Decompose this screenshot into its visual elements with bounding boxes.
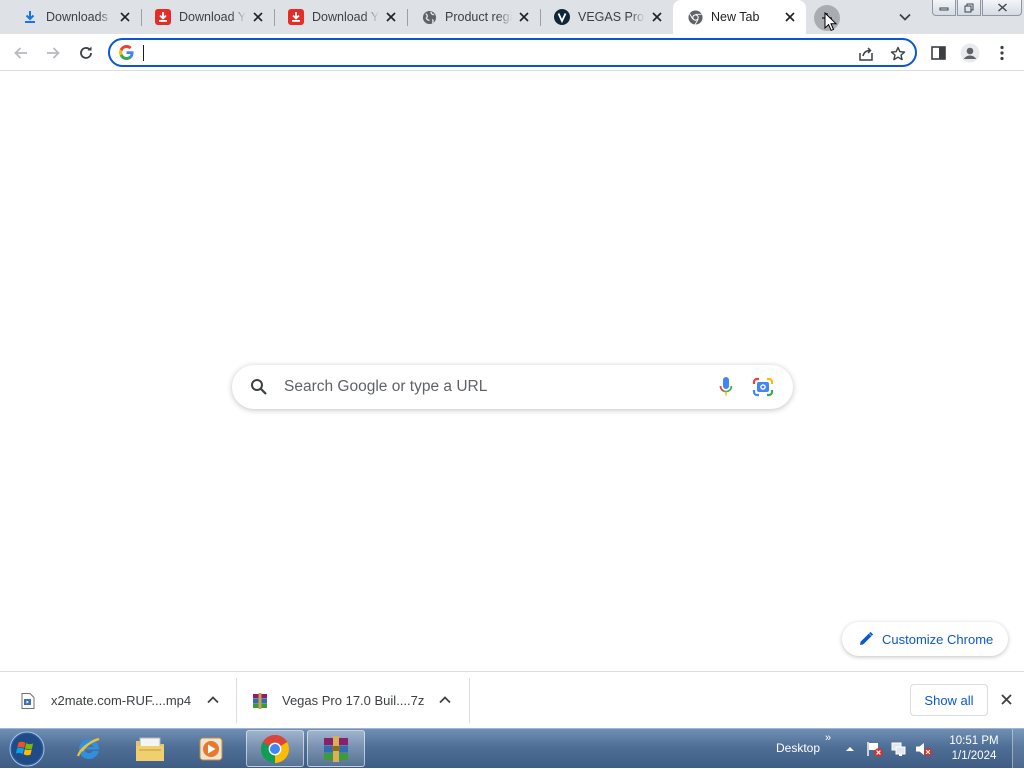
close-icon[interactable] [782, 9, 798, 25]
restore-icon [964, 3, 975, 13]
tab-search-button[interactable] [896, 8, 914, 26]
desktop-toolbar-chevron[interactable]: » [825, 732, 831, 744]
windows-logo-icon [9, 731, 45, 767]
tab-download-your-2[interactable]: Download Your [274, 0, 407, 34]
side-panel-icon [930, 46, 946, 60]
browser-toolbar [0, 34, 1024, 71]
download-filename: x2mate.com-RUF....mp4 [51, 693, 192, 708]
google-g-icon [119, 45, 134, 60]
tab-product-registration[interactable]: Product registration [407, 0, 540, 34]
tray-expand-icon[interactable] [844, 741, 860, 757]
download-icon [22, 9, 38, 25]
internet-explorer-icon [74, 734, 104, 764]
show-desktop-button[interactable] [1012, 729, 1024, 769]
tab-title: Downloads [46, 10, 108, 24]
chevron-up-icon[interactable] [205, 692, 221, 708]
tab-strip: Downloads Download Your Download Your Pr… [0, 0, 1024, 34]
forward-arrow-icon [45, 45, 61, 61]
mouse-cursor-icon [824, 12, 838, 32]
video-file-icon [21, 692, 37, 709]
globe-icon [421, 9, 437, 25]
action-center-flag-icon[interactable] [866, 741, 883, 757]
tab-vegas-pro[interactable]: VEGAS Pro 2 [540, 0, 673, 34]
taskbar-internet-explorer[interactable] [60, 730, 118, 767]
search-icon [250, 378, 268, 396]
minimize-icon [939, 5, 949, 11]
winrar-icon [252, 692, 268, 709]
close-icon [997, 3, 1008, 12]
pencil-icon [858, 631, 874, 647]
ntp-search-box[interactable]: Search Google or type a URL [232, 365, 793, 409]
taskbar-file-explorer[interactable] [121, 730, 179, 767]
profile-button[interactable] [956, 39, 984, 67]
avatar-icon [960, 43, 980, 63]
desktop-toolbar-label[interactable]: Desktop [776, 741, 820, 755]
chevron-down-icon [899, 13, 911, 21]
show-all-button[interactable]: Show all [910, 684, 988, 716]
chrome-icon [260, 734, 290, 764]
google-lens-icon[interactable] [752, 377, 774, 397]
file-explorer-icon [134, 735, 166, 763]
volume-muted-icon[interactable] [915, 741, 932, 757]
tab-title: New Tab [711, 10, 760, 24]
red-download-icon [288, 9, 304, 25]
taskbar-media-player[interactable] [182, 730, 240, 767]
close-icon[interactable] [516, 9, 532, 25]
reload-icon [78, 45, 94, 61]
clock-time: 10:51 PM [949, 735, 999, 747]
close-icon [1000, 693, 1012, 705]
close-window-button[interactable] [982, 0, 1022, 16]
tab-title: Product registration [445, 10, 512, 24]
side-panel-button[interactable] [924, 39, 952, 67]
download-filename: Vegas Pro 17.0 Buil....7z [282, 693, 425, 708]
new-tab-page: Search Google or type a URL Customize Ch… [0, 71, 1024, 671]
vegas-icon [554, 9, 570, 25]
more-vert-icon [1000, 45, 1004, 61]
window-controls [931, 0, 1022, 16]
address-bar[interactable] [108, 38, 917, 67]
download-shelf: x2mate.com-RUF....mp4 Vegas Pro 17.0 Bui… [0, 671, 1024, 728]
network-icon[interactable] [891, 741, 907, 757]
tab-title: VEGAS Pro 2 [578, 10, 645, 24]
windows-taskbar: Desktop » 10:51 PM 1/1/2024 [0, 728, 1024, 769]
customize-label: Customize Chrome [882, 631, 994, 647]
customize-chrome-button[interactable]: Customize Chrome [842, 622, 1008, 656]
search-placeholder: Search Google or type a URL [284, 378, 488, 395]
reload-button[interactable] [72, 39, 100, 67]
omnibox-input[interactable] [144, 43, 844, 63]
tab-title: Download Your [312, 10, 379, 24]
taskbar-winrar[interactable] [307, 730, 365, 767]
minimize-button[interactable] [932, 0, 956, 16]
restore-button[interactable] [957, 0, 981, 16]
start-button[interactable] [5, 730, 49, 768]
close-icon[interactable] [383, 9, 399, 25]
taskbar-chrome[interactable] [246, 730, 304, 767]
tab-new-tab[interactable]: New Tab [673, 0, 806, 34]
microphone-icon[interactable] [718, 376, 734, 398]
back-button[interactable] [7, 39, 35, 67]
tab-title: Download Your [179, 10, 246, 24]
tab-download-your-1[interactable]: Download Your [141, 0, 274, 34]
chrome-icon [687, 9, 703, 25]
close-icon[interactable] [250, 9, 266, 25]
media-player-icon [197, 735, 225, 763]
winrar-icon [321, 734, 351, 764]
red-download-icon [155, 9, 171, 25]
clock-date: 1/1/2024 [951, 750, 997, 762]
download-item[interactable]: Vegas Pro 17.0 Buil....7z [252, 678, 469, 723]
menu-button[interactable] [988, 39, 1016, 67]
close-icon[interactable] [117, 9, 133, 25]
chevron-up-icon[interactable] [437, 692, 453, 708]
tab-downloads[interactable]: Downloads [8, 0, 141, 34]
forward-button[interactable] [39, 39, 67, 67]
share-icon[interactable] [856, 44, 876, 64]
download-item[interactable]: x2mate.com-RUF....mp4 [21, 678, 236, 723]
bookmark-star-icon[interactable] [888, 44, 908, 64]
close-shelf-button[interactable] [997, 690, 1015, 708]
back-arrow-icon [13, 45, 29, 61]
close-icon[interactable] [649, 9, 665, 25]
system-clock[interactable]: 10:51 PM 1/1/2024 [944, 734, 1004, 764]
